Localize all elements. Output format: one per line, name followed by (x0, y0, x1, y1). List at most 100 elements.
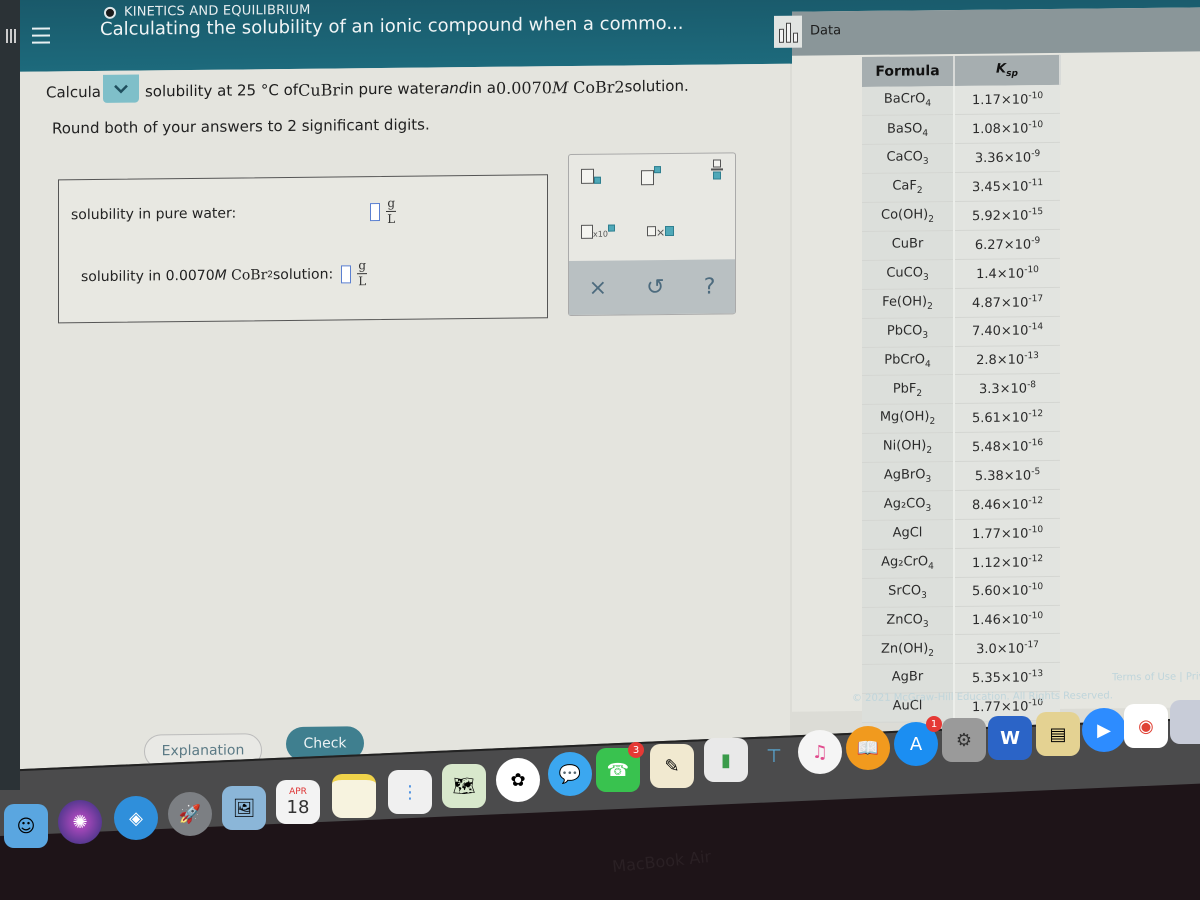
question-part3: in a (468, 78, 496, 98)
reminders-icon[interactable]: ⋮ (388, 770, 432, 814)
data-panel-header: Data (774, 7, 1200, 56)
zoom-app-icon[interactable]: ▶ (1082, 708, 1126, 752)
x10-label: x10 (593, 229, 608, 239)
music-icon[interactable]: ♫ (798, 730, 842, 774)
ksp-value-cell: 4.87×10-17 (954, 287, 1060, 318)
maps-icon[interactable]: 🗺 (442, 764, 486, 808)
clear-icon[interactable]: × (589, 275, 607, 300)
formula-header: Formula (862, 56, 954, 87)
ksp-row: BaSO4 1.08×10-10 (862, 113, 1060, 145)
word-icon[interactable]: W (988, 716, 1032, 760)
ksp-row: AgCl 1.77×10-10 (862, 518, 1060, 550)
math-palette: x10 × × ↺ ? (568, 152, 736, 317)
ksp-row: PbF2 3.3×10-8 (862, 373, 1060, 405)
formula-cell: Ag₂CrO4 (862, 548, 954, 579)
collapse-button[interactable] (102, 74, 139, 103)
formula-cell: ZnCO3 (862, 606, 954, 636)
question-part1: solubility at 25 °C of (144, 80, 299, 101)
subscript-button[interactable] (581, 168, 601, 188)
ksp-value-cell: 6.27×10-9 (954, 229, 1060, 260)
keynote-icon[interactable]: ⊤ (752, 734, 796, 778)
messages-icon[interactable]: 💬 (548, 752, 592, 796)
question-solute: CoBr (573, 77, 615, 97)
question-prefix: Calcula (46, 82, 101, 102)
ksp-row: AgBrO3 5.38×10-5 (862, 460, 1060, 492)
unit-fraction: g L (386, 195, 397, 226)
data-panel: Data Formula Ksp BaCrO4 1.17×10-10 BaSO4 1.… (774, 7, 1200, 723)
ksp-header: Ksp (954, 54, 1060, 87)
formula-cell: CuBr (862, 230, 954, 261)
formula-cell: SrCO3 (862, 577, 954, 608)
formula-cell: CuCO3 (862, 259, 954, 290)
ksp-row: PbCO3 7.40×10-14 (862, 316, 1060, 347)
terms-link[interactable]: Terms of Use | Priv (1112, 671, 1200, 683)
help-icon[interactable]: ? (704, 274, 716, 299)
ksp-value-cell: 7.40×10-14 (954, 316, 1060, 347)
facetime-icon[interactable]: ☎ 3 (596, 742, 644, 792)
formula-cell: Zn(OH)2 (862, 634, 954, 665)
image-capture-icon[interactable] (1170, 700, 1200, 744)
notes-icon[interactable] (332, 774, 376, 818)
ksp-value-cell: 5.38×10-5 (954, 460, 1060, 491)
launchpad-icon[interactable]: 🚀 (168, 792, 212, 836)
stickies-icon[interactable]: ▤ (1036, 712, 1080, 756)
ksp-row: Mg(OH)2 5.61×10-12 (862, 402, 1060, 434)
ksp-row: CaF2 3.45×10-11 (862, 171, 1060, 203)
ksp-value-cell: 5.92×10-15 (954, 200, 1060, 231)
finder-icon[interactable]: ☺ (4, 804, 48, 848)
sidebar-menu-icon[interactable] (6, 28, 16, 47)
numbers-icon[interactable]: ▮ (704, 738, 748, 782)
formula-cell: BaSO4 (862, 114, 954, 145)
books-icon[interactable]: 📖 (846, 726, 890, 770)
cobr2-solution-input[interactable] (341, 264, 352, 283)
question-text: Calcula solubility at 25 °C of CuBr in p… (46, 74, 689, 104)
fraction-button[interactable] (711, 159, 723, 180)
question-unit: M (551, 77, 569, 97)
pages-icon[interactable]: ✎ (650, 744, 694, 788)
menu-icon[interactable] (32, 27, 50, 48)
unit-numerator: g (387, 195, 396, 210)
question-part2: in pure water (340, 79, 441, 99)
scientific-notation-button[interactable]: x10 (581, 224, 615, 239)
ksp-row: ZnCO3 1.46×10-10 (862, 604, 1060, 636)
preview-icon[interactable]: 🖼 (222, 786, 266, 830)
question-and: and (440, 79, 469, 98)
app-store-icon[interactable]: A1 (894, 716, 942, 766)
unit-fraction: g L (357, 258, 368, 289)
formula-cell: AgBrO3 (862, 461, 954, 492)
ksp-row: Zn(OH)2 3.0×10-17 (862, 633, 1060, 665)
answer-label: solubility in pure water: (71, 205, 237, 223)
ksp-value-cell: 5.60×10-10 (954, 576, 1060, 607)
safari-icon[interactable]: ◈ (114, 796, 158, 840)
ksp-value-cell: 2.8×10-13 (954, 344, 1060, 375)
unit-denominator: L (358, 274, 367, 289)
formula-cell: Ag₂CO3 (862, 490, 954, 521)
palette-actions: × ↺ ? (569, 259, 735, 316)
superscript-button[interactable] (641, 166, 661, 186)
mac-dock: ☺ ✺ ◈ 🚀 🖼 APR 18 ⋮ 🗺 ✿ 💬 ☎ 3 ✎ ▮ ⊤ ♫ 📖 A1… (0, 700, 1200, 848)
siri-icon[interactable]: ✺ (58, 800, 102, 844)
times-label: × (656, 226, 666, 240)
system-preferences-icon[interactable]: ⚙ (942, 718, 986, 762)
formula-cell: Fe(OH)2 (862, 288, 954, 319)
topic-progress-icon (104, 6, 116, 19)
bar-chart-icon[interactable] (774, 15, 802, 48)
unit-denominator: L (387, 211, 396, 226)
ksp-value-cell: 1.4×10-10 (954, 258, 1060, 289)
ksp-table: Formula Ksp BaCrO4 1.17×10-10 BaSO4 1.08×10… (862, 54, 1061, 723)
ksp-row: Fe(OH)2 4.87×10-17 (862, 287, 1060, 319)
ksp-row: PbCrO4 2.8×10-13 (862, 344, 1060, 376)
pure-water-input[interactable] (370, 202, 381, 221)
photos-icon[interactable]: ✿ (496, 758, 540, 802)
formula-cell: BaCrO4 (862, 86, 954, 116)
question-part4: solution. (624, 76, 689, 96)
undo-icon[interactable]: ↺ (646, 275, 664, 300)
chrome-icon[interactable]: ◉ (1124, 704, 1168, 748)
formula-cell: AgBr (862, 663, 954, 694)
unit-numerator: g (358, 258, 367, 273)
calendar-icon[interactable]: APR 18 (276, 780, 320, 824)
ksp-row: AgBr 5.35×10-13 (862, 662, 1060, 694)
word-letter: W (1000, 727, 1020, 749)
calendar-month: APR (289, 786, 307, 797)
multiplication-button[interactable]: × (647, 225, 675, 240)
